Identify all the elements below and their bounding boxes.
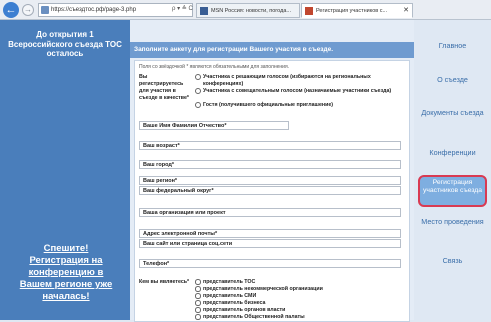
option-label: представитель СМИ xyxy=(203,293,257,299)
nav-item-venue[interactable]: Место проведения xyxy=(418,217,487,227)
radio-button[interactable] xyxy=(195,88,201,94)
option-label: Участника с решающим голосом (избираются… xyxy=(203,74,371,87)
age-field[interactable]: Ваш возраст* xyxy=(139,141,401,150)
browser-toolbar: ← → https://съездтос.рф/page-3.php ρ ▾ ≙… xyxy=(0,0,491,20)
tab-label: MSN Россия: новости, погода... xyxy=(211,8,291,14)
page: До открытия 1 Всероссийского съезда ТОС … xyxy=(0,20,491,322)
federal-district-field[interactable]: Ваш федеральный округ* xyxy=(139,186,401,195)
option-label: Гостя (получившего официальные приглашен… xyxy=(203,102,334,108)
radio-button[interactable] xyxy=(195,74,201,80)
content-area: Заполните анкету для регистрации Вашего … xyxy=(130,20,414,322)
tab-registration[interactable]: Регистрация участников с... ✕ xyxy=(301,3,413,18)
form-header: Заполните анкету для регистрации Вашего … xyxy=(130,42,414,58)
option-label: Участника с совещательным голосом (назна… xyxy=(203,88,392,94)
email-field[interactable]: Адрес электронной почты* xyxy=(139,229,401,238)
back-button[interactable]: ← xyxy=(3,2,19,18)
participation-option-decisive[interactable]: Участника с решающим голосом (избираются… xyxy=(195,74,407,88)
close-icon[interactable]: ✕ xyxy=(403,4,409,17)
nav-item-registration[interactable]: Регистрация участников съезда xyxy=(418,175,487,207)
name-field[interactable]: Ваше Имя Фамилия Отчество* xyxy=(139,121,289,130)
city-field[interactable]: Ваш город* xyxy=(139,160,401,169)
countdown-text: До открытия 1 Всероссийского съезда ТОС … xyxy=(8,30,122,58)
participation-option-guest[interactable]: Гостя (получившего официальные приглашен… xyxy=(195,102,407,110)
option-label: представитель бизнеса xyxy=(203,300,266,306)
radio-button[interactable] xyxy=(195,307,201,313)
radio-button[interactable] xyxy=(195,300,201,306)
nav-item-home[interactable]: Главное xyxy=(418,41,487,51)
radio-button[interactable] xyxy=(195,286,201,292)
radio-button[interactable] xyxy=(195,102,201,108)
radio-button[interactable] xyxy=(195,293,201,299)
region-field[interactable]: Ваш регион* xyxy=(139,176,401,185)
type-option-tos[interactable]: представитель ТОС xyxy=(195,279,405,286)
type-option-government[interactable]: представитель органов власти xyxy=(195,307,405,314)
option-label: представитель некоммерческой организации xyxy=(203,286,323,292)
nav-item-conferences[interactable]: Конференции xyxy=(418,148,487,158)
tab-label: Регистрация участников с... xyxy=(316,8,388,14)
required-note: Поля со звёздочкой * являются обязательн… xyxy=(139,64,290,70)
option-label: представитель ТОС xyxy=(203,279,256,285)
right-nav: Главное О съезде Документы съезда Конфер… xyxy=(414,20,491,320)
site-icon xyxy=(41,6,49,14)
type-option-nonprofit[interactable]: представитель некоммерческой организации xyxy=(195,286,405,293)
address-bar[interactable]: https://съездтос.рф/page-3.php xyxy=(38,3,193,17)
radio-button[interactable] xyxy=(195,279,201,285)
website-field[interactable]: Ваш сайт или страница соц.сети xyxy=(139,239,401,248)
you-are-label: Кем вы являетесь* xyxy=(139,279,190,285)
tab-msn[interactable]: MSN Россия: новости, погода... xyxy=(196,3,300,18)
left-panel: До открытия 1 Всероссийского съезда ТОС … xyxy=(0,20,130,320)
msn-icon xyxy=(200,7,208,15)
address-url: https://съездтос.рф/page-3.php xyxy=(51,7,137,13)
registration-form: Поля со звёздочкой * являются обязательн… xyxy=(134,60,410,322)
promo-link[interactable]: Спешите! Регистрация на конференцию в Ва… xyxy=(14,243,118,303)
type-option-media[interactable]: представитель СМИ xyxy=(195,293,405,300)
option-label: представитель органов власти xyxy=(203,307,286,313)
type-option-business[interactable]: представитель бизнеса xyxy=(195,300,405,307)
nav-item-about[interactable]: О съезде xyxy=(418,75,487,85)
forward-button[interactable]: → xyxy=(22,4,34,16)
radio-button[interactable] xyxy=(195,314,201,320)
site-icon xyxy=(305,7,313,15)
nav-item-contact[interactable]: Связь xyxy=(418,256,487,266)
phone-field[interactable]: Телефон* xyxy=(139,259,401,268)
organization-field[interactable]: Ваша организация или проект xyxy=(139,208,401,217)
nav-item-documents[interactable]: Документы съезда xyxy=(418,108,487,118)
address-tools[interactable]: ρ ▾ ≙ C xyxy=(172,3,193,15)
participation-option-advisory[interactable]: Участника с совещательным голосом (назна… xyxy=(195,88,407,102)
participation-label: Вы регистрируетесь для участия в съезде … xyxy=(139,74,189,101)
